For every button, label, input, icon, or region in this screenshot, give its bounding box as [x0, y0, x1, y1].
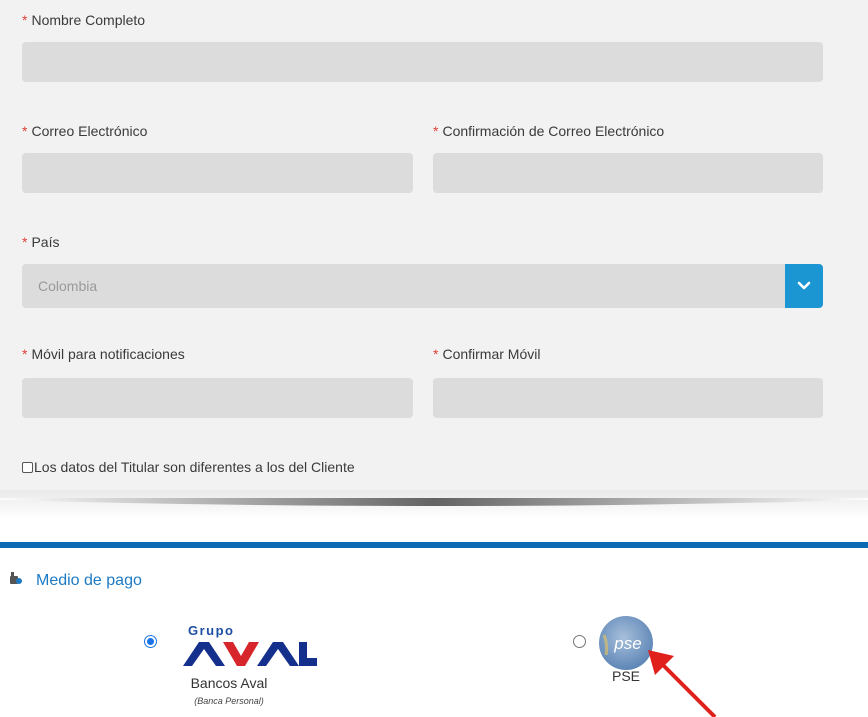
- country-label: * País: [22, 234, 59, 250]
- country-select[interactable]: Colombia: [22, 264, 823, 308]
- email-confirm-label-text: Confirmación de Correo Electrónico: [442, 123, 665, 139]
- payment-option-aval[interactable]: Grupo Bancos Aval (Banca Personal): [140, 623, 340, 715]
- mobile-label: * Móvil para notificaciones: [22, 346, 185, 362]
- required-mark: *: [22, 123, 28, 139]
- pse-logo-text: pse: [613, 634, 641, 653]
- email-confirm-label: * Confirmación de Correo Electrónico: [433, 123, 664, 139]
- mobile-confirm-label: * Confirmar Móvil: [433, 346, 540, 362]
- email-field[interactable]: [22, 153, 413, 193]
- mobile-field[interactable]: [22, 378, 413, 418]
- full-name-field[interactable]: [22, 42, 823, 82]
- aval-logo-grupo: Grupo: [188, 623, 235, 638]
- mobile-confirm-label-text: Confirmar Móvil: [442, 346, 541, 362]
- holder-different-label: Los datos del Titular son diferentes a l…: [34, 459, 355, 475]
- required-mark: *: [22, 12, 28, 28]
- required-mark: *: [433, 346, 439, 362]
- red-arrow-icon: [648, 650, 717, 717]
- mobile-label-text: Móvil para notificaciones: [31, 346, 185, 362]
- required-mark: *: [22, 346, 28, 362]
- panel-shadow-line: [0, 498, 868, 506]
- pse-radio[interactable]: [573, 635, 586, 648]
- holder-different-checkbox-row[interactable]: Los datos del Titular son diferentes a l…: [22, 459, 355, 475]
- aval-label: Bancos Aval: [190, 675, 268, 691]
- required-mark: *: [433, 123, 439, 139]
- payment-title: Medio de pago: [36, 571, 142, 589]
- payment-section-title: Medio de pago: [10, 571, 142, 590]
- chevron-down-icon[interactable]: [785, 264, 823, 308]
- country-label-text: País: [31, 234, 60, 250]
- customer-form: * Nombre Completo * Correo Electrónico * Co…: [0, 0, 868, 490]
- mobile-confirm-field[interactable]: [433, 378, 823, 418]
- payment-icon: [10, 571, 22, 590]
- holder-different-checkbox[interactable]: [22, 461, 33, 473]
- email-confirm-field[interactable]: [433, 153, 823, 193]
- country-selected-value: Colombia: [38, 278, 98, 294]
- full-name-label: * Nombre Completo: [22, 12, 145, 28]
- aval-logo: [183, 642, 317, 666]
- email-label-text: Correo Electrónico: [31, 123, 148, 139]
- section-divider: [0, 542, 868, 548]
- full-name-label-text: Nombre Completo: [31, 12, 146, 28]
- aval-sublabel: (Banca Personal): [194, 696, 264, 706]
- aval-radio[interactable]: [144, 635, 157, 648]
- email-label: * Correo Electrónico: [22, 123, 147, 139]
- required-mark: *: [22, 234, 28, 250]
